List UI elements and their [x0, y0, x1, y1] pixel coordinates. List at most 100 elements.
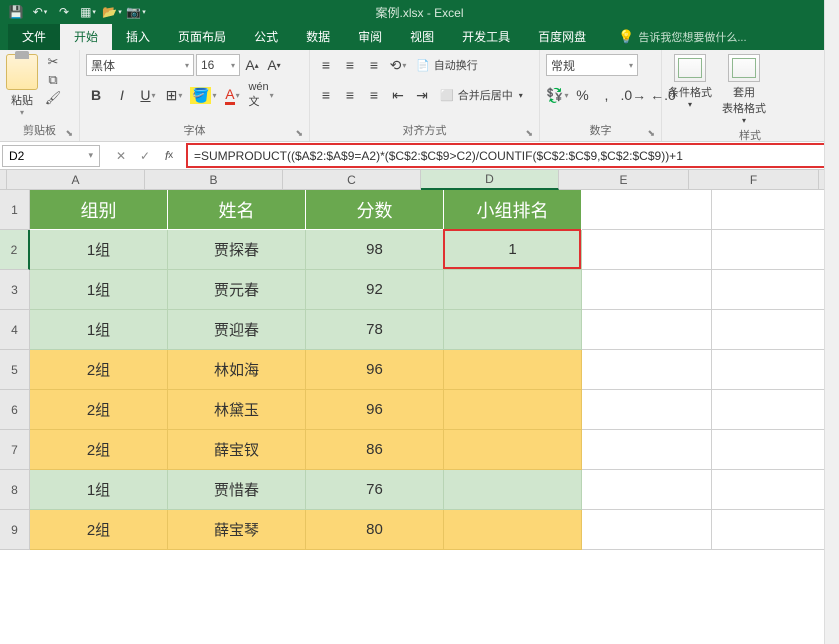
- formula-bar[interactable]: =SUMPRODUCT(($A$2:$A$9=A2)*($C$2:$C$9>C2…: [186, 143, 837, 168]
- table-format-button[interactable]: 套用 表格格式▾: [722, 54, 766, 125]
- cell-C9[interactable]: 80: [306, 510, 444, 550]
- wrap-text-button[interactable]: 📄自动换行: [412, 55, 482, 75]
- cell-F3[interactable]: [712, 270, 839, 310]
- percent-button[interactable]: %: [572, 84, 592, 106]
- col-header-A[interactable]: A: [7, 170, 145, 190]
- cell-A8[interactable]: 1组: [30, 470, 168, 510]
- cell-C8[interactable]: 76: [306, 470, 444, 510]
- font-size-combo[interactable]: 16▾: [196, 54, 240, 76]
- paste-button[interactable]: 粘贴: [11, 92, 33, 108]
- cell-F7[interactable]: [712, 430, 839, 470]
- row-header-9[interactable]: 9: [0, 510, 30, 550]
- cell-A7[interactable]: 2组: [30, 430, 168, 470]
- cell-C4[interactable]: 78: [306, 310, 444, 350]
- cell-D7[interactable]: [444, 430, 582, 470]
- cell-F8[interactable]: [712, 470, 839, 510]
- open-icon[interactable]: 📂▾: [104, 4, 120, 20]
- indent-inc-button[interactable]: ⇥: [412, 84, 432, 106]
- tab-formulas[interactable]: 公式: [240, 23, 292, 50]
- cell-E6[interactable]: [582, 390, 712, 430]
- phonetic-button[interactable]: wén文: [248, 84, 273, 106]
- align-bottom-button[interactable]: ≡: [364, 54, 384, 76]
- new-icon[interactable]: ▦▾: [80, 4, 96, 20]
- cell-B8[interactable]: 贾惜春: [168, 470, 306, 510]
- cell-A1[interactable]: 组别: [30, 190, 168, 230]
- name-box[interactable]: D2▾: [2, 145, 100, 167]
- cut-icon[interactable]: ✂: [44, 54, 62, 70]
- cell-A5[interactable]: 2组: [30, 350, 168, 390]
- cell-B5[interactable]: 林如海: [168, 350, 306, 390]
- vertical-scrollbar[interactable]: [824, 0, 839, 644]
- undo-icon[interactable]: ↶▾: [32, 4, 48, 20]
- inc-decimal-button[interactable]: .0→: [620, 84, 646, 106]
- tab-developer[interactable]: 开发工具: [448, 23, 524, 50]
- launcher-icon[interactable]: ⬊: [647, 128, 655, 139]
- cell-B9[interactable]: 薛宝琴: [168, 510, 306, 550]
- italic-button[interactable]: I: [112, 84, 132, 106]
- merge-center-button[interactable]: ⬜合并后居中▾: [436, 85, 527, 105]
- col-header-F[interactable]: F: [689, 170, 819, 190]
- cell-F1[interactable]: [712, 190, 839, 230]
- row-header-2[interactable]: 2: [0, 230, 30, 270]
- currency-button[interactable]: 💱: [546, 84, 568, 106]
- cell-B6[interactable]: 林黛玉: [168, 390, 306, 430]
- cell-E3[interactable]: [582, 270, 712, 310]
- tab-baidu[interactable]: 百度网盘: [524, 23, 600, 50]
- cell-D9[interactable]: [444, 510, 582, 550]
- tab-view[interactable]: 视图: [396, 23, 448, 50]
- cell-C2[interactable]: 98: [306, 230, 444, 270]
- cell-D2[interactable]: 1: [444, 230, 582, 270]
- row-header-8[interactable]: 8: [0, 470, 30, 510]
- orientation-button[interactable]: ⟲: [388, 54, 408, 76]
- grow-font-button[interactable]: A▴: [242, 54, 262, 76]
- redo-icon[interactable]: ↷: [56, 4, 72, 20]
- format-painter-icon[interactable]: 🖌: [44, 90, 62, 106]
- cell-A6[interactable]: 2组: [30, 390, 168, 430]
- camera-icon[interactable]: 📷▾: [128, 4, 144, 20]
- save-icon[interactable]: 💾: [8, 4, 24, 20]
- tab-insert[interactable]: 插入: [112, 23, 164, 50]
- font-name-combo[interactable]: 黑体▾: [86, 54, 194, 76]
- shrink-font-button[interactable]: A▾: [264, 54, 284, 76]
- cell-B4[interactable]: 贾迎春: [168, 310, 306, 350]
- cell-C3[interactable]: 92: [306, 270, 444, 310]
- cell-E5[interactable]: [582, 350, 712, 390]
- cell-D5[interactable]: [444, 350, 582, 390]
- launcher-icon[interactable]: ⬊: [65, 128, 73, 139]
- sheet-grid[interactable]: 组别姓名分数小组排名1组贾探春9811组贾元春921组贾迎春782组林如海962…: [30, 190, 839, 550]
- cell-E8[interactable]: [582, 470, 712, 510]
- cell-D8[interactable]: [444, 470, 582, 510]
- col-header-B[interactable]: B: [145, 170, 283, 190]
- cell-F4[interactable]: [712, 310, 839, 350]
- paste-icon[interactable]: [6, 54, 38, 90]
- cancel-formula-icon[interactable]: ✕: [112, 146, 130, 166]
- tell-me-search[interactable]: 💡 告诉我您想要做什么...: [618, 29, 746, 50]
- col-header-C[interactable]: C: [283, 170, 421, 190]
- tab-data[interactable]: 数据: [292, 23, 344, 50]
- col-header-E[interactable]: E: [559, 170, 689, 190]
- align-left-button[interactable]: ≡: [316, 84, 336, 106]
- row-header-6[interactable]: 6: [0, 390, 30, 430]
- cell-E1[interactable]: [582, 190, 712, 230]
- fx-icon[interactable]: fx: [160, 146, 178, 166]
- tab-layout[interactable]: 页面布局: [164, 23, 240, 50]
- font-color-button[interactable]: A: [222, 84, 242, 106]
- row-header-1[interactable]: 1: [0, 190, 30, 230]
- conditional-format-button[interactable]: 条件格式▾: [668, 54, 712, 109]
- cell-E2[interactable]: [582, 230, 712, 270]
- indent-dec-button[interactable]: ⇤: [388, 84, 408, 106]
- cell-C5[interactable]: 96: [306, 350, 444, 390]
- comma-button[interactable]: ,: [596, 84, 616, 106]
- cell-A3[interactable]: 1组: [30, 270, 168, 310]
- col-header-D[interactable]: D: [421, 170, 559, 190]
- copy-icon[interactable]: ⧉: [44, 72, 62, 88]
- row-header-5[interactable]: 5: [0, 350, 30, 390]
- align-center-button[interactable]: ≡: [340, 84, 360, 106]
- launcher-icon[interactable]: ⬊: [525, 128, 533, 139]
- row-header-4[interactable]: 4: [0, 310, 30, 350]
- accept-formula-icon[interactable]: ✓: [136, 146, 154, 166]
- row-header-7[interactable]: 7: [0, 430, 30, 470]
- cell-A2[interactable]: 1组: [30, 230, 168, 270]
- cell-F5[interactable]: [712, 350, 839, 390]
- select-all-corner[interactable]: [0, 170, 7, 190]
